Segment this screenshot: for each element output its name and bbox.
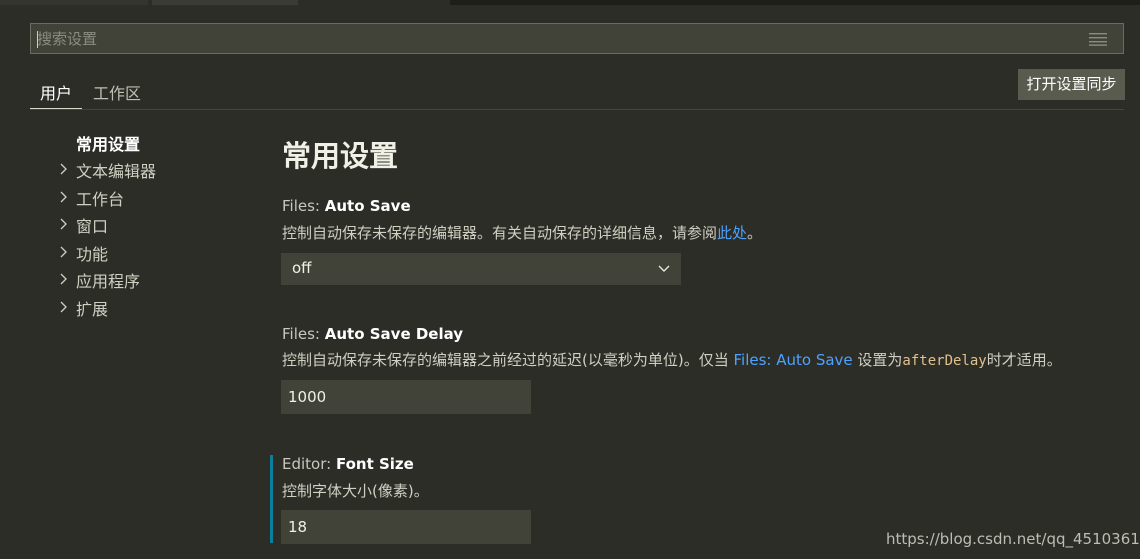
setting-category: Files: xyxy=(282,197,325,215)
chevron-right-icon xyxy=(60,191,67,203)
setting-name: Auto Save xyxy=(324,197,411,215)
description-text: 设置为 xyxy=(852,351,903,369)
tab-workspace[interactable]: 工作区 xyxy=(93,80,141,104)
filter-lines-icon[interactable] xyxy=(1089,32,1107,46)
toc-item-label: 工作台 xyxy=(76,190,125,209)
setting-category: Editor: xyxy=(282,455,336,473)
toc-item-label: 扩展 xyxy=(76,300,109,319)
description-text: 控制字体大小(像素)。 xyxy=(282,482,429,500)
search-settings-input[interactable] xyxy=(37,28,1077,50)
setting-name: Auto Save Delay xyxy=(324,325,464,343)
code-value: afterDelay xyxy=(902,353,987,369)
tab-strip-empty-area xyxy=(450,0,1140,5)
editor-tab-strip xyxy=(0,0,1140,5)
description-text: 控制自动保存未保存的编辑器之前经过的延迟(以毫秒为单位)。仅当 xyxy=(282,351,734,369)
chevron-right-icon xyxy=(60,163,67,175)
setting-description-font-size: 控制字体大小(像素)。 xyxy=(282,480,429,501)
tab-user[interactable]: 用户 xyxy=(30,80,83,109)
active-tab-indicator xyxy=(30,108,83,109)
text-cursor xyxy=(37,31,38,48)
chevron-right-icon xyxy=(60,273,67,285)
tab-workspace-label: 工作区 xyxy=(93,84,142,103)
auto-save-select[interactable]: off xyxy=(281,253,681,285)
selected-value: off xyxy=(292,259,312,277)
toc-item-label: 功能 xyxy=(76,245,109,264)
setting-title-font-size: Editor: Font Size xyxy=(282,455,414,473)
font-size-input[interactable] xyxy=(281,510,531,544)
setting-title-auto-save: Files: Auto Save xyxy=(282,197,411,215)
chevron-down-icon xyxy=(658,265,670,272)
setting-description-auto-save-delay: 控制自动保存未保存的编辑器之前经过的延迟(以毫秒为单位)。仅当 Files: A… xyxy=(282,349,1062,370)
setting-name: Font Size xyxy=(335,455,414,473)
search-settings-box[interactable] xyxy=(30,23,1124,54)
settings-scope-tabs: 用户 工作区 xyxy=(30,76,1124,110)
auto-save-delay-input[interactable] xyxy=(281,380,531,414)
setting-reference-link[interactable]: Files: Auto Save xyxy=(733,351,852,369)
toc-item-label: 窗口 xyxy=(76,217,109,236)
turn-on-settings-sync-button[interactable]: 打开设置同步 xyxy=(1018,69,1125,100)
tab-user-label: 用户 xyxy=(40,84,73,103)
description-text: 时才适用。 xyxy=(986,351,1062,369)
details-link[interactable]: 此处 xyxy=(717,224,747,242)
modified-setting-indicator xyxy=(270,455,273,543)
watermark: https://blog.csdn.net/qq_45103612 xyxy=(886,530,1140,548)
chevron-right-icon xyxy=(60,246,67,258)
editor-tab[interactable] xyxy=(152,0,298,5)
description-text: 控制自动保存未保存的编辑器。有关自动保存的详细信息，请参阅 xyxy=(282,224,718,242)
setting-title-auto-save-delay: Files: Auto Save Delay xyxy=(282,325,463,343)
toc-item-label: 常用设置 xyxy=(76,135,141,154)
section-title: 常用设置 xyxy=(282,139,399,173)
toc-item-label: 应用程序 xyxy=(76,272,141,291)
setting-category: Files: xyxy=(282,325,325,343)
chevron-right-icon xyxy=(60,301,67,313)
description-text: 。 xyxy=(747,224,763,242)
toc-item-label: 文本编辑器 xyxy=(76,162,157,181)
chevron-right-icon xyxy=(60,218,67,230)
setting-description-auto-save: 控制自动保存未保存的编辑器。有关自动保存的详细信息，请参阅此处。 xyxy=(282,222,762,243)
editor-tab[interactable] xyxy=(0,0,148,5)
